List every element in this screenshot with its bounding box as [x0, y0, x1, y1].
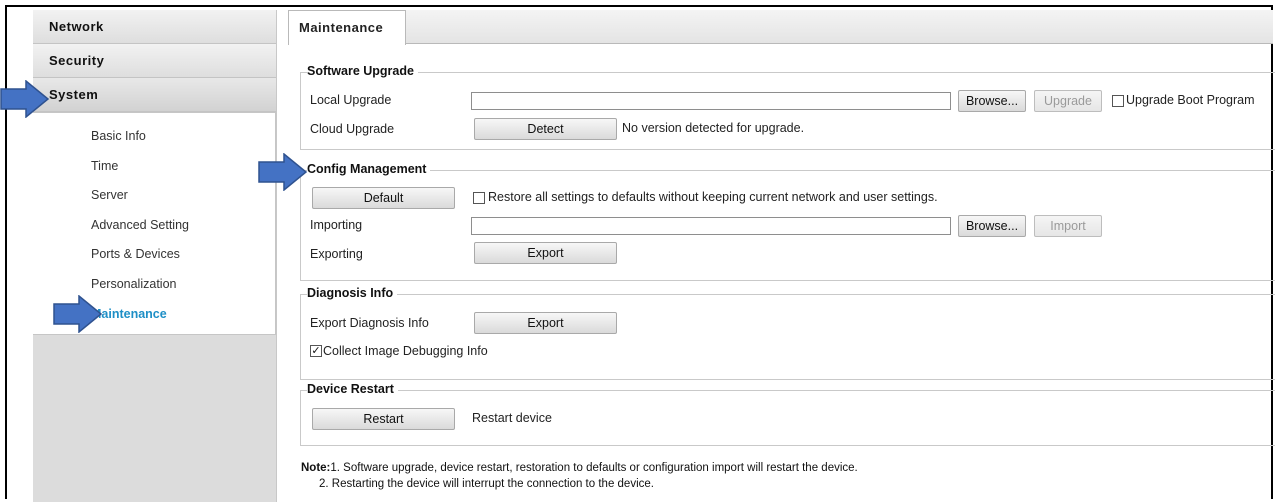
restart-button[interactable]: Restart: [312, 408, 455, 430]
import-button[interactable]: Import: [1034, 215, 1102, 237]
sidebar-item-basic-info[interactable]: Basic Info: [33, 122, 275, 152]
detect-button[interactable]: Detect: [474, 118, 617, 140]
sidebar: Network Security System Basic Info Time …: [33, 10, 277, 502]
cloud-status-text: No version detected for upgrade.: [622, 121, 805, 135]
import-browse-button[interactable]: Browse...: [958, 215, 1026, 237]
section-title-device-restart: Device Restart: [307, 382, 398, 396]
local-upgrade-file-input[interactable]: [471, 92, 951, 110]
note-line-1: 1. Software upgrade, device restart, res…: [330, 462, 858, 474]
local-upgrade-label: Local Upgrade: [310, 93, 392, 107]
device-restart-section: Device Restart Restart Restart device: [300, 382, 1275, 446]
upgrade-button[interactable]: Upgrade: [1034, 90, 1102, 112]
sidebar-item-time[interactable]: Time: [33, 152, 275, 182]
config-management-section: Config Management Default Restore all se…: [300, 162, 1275, 281]
import-file-input[interactable]: [471, 217, 951, 235]
sidebar-item-server[interactable]: Server: [33, 181, 275, 211]
sidebar-header-system[interactable]: System: [33, 78, 276, 112]
section-title-software-upgrade: Software Upgrade: [307, 64, 418, 78]
sidebar-item-advanced-setting[interactable]: Advanced Setting: [33, 211, 275, 241]
note-prefix: Note:: [301, 462, 331, 474]
export-diagnosis-button[interactable]: Export: [474, 312, 617, 334]
default-button[interactable]: Default: [312, 187, 455, 209]
tab-maintenance[interactable]: Maintenance: [288, 10, 406, 45]
restore-defaults-checkbox[interactable]: [473, 192, 485, 204]
main-panel: Maintenance Software Upgrade Local Upgra…: [288, 10, 1275, 502]
collect-debugging-label: Collect Image Debugging Info: [323, 344, 488, 358]
export-config-button[interactable]: Export: [474, 242, 617, 264]
arrow-icon-config-management: [258, 153, 308, 191]
upgrade-boot-checkbox[interactable]: [1112, 95, 1124, 107]
section-title-diagnosis-info: Diagnosis Info: [307, 286, 398, 300]
export-diagnosis-label: Export Diagnosis Info: [310, 316, 429, 330]
restart-description: Restart device: [472, 411, 552, 425]
note-block: Note:1. Software upgrade, device restart…: [301, 460, 858, 492]
sidebar-header-network[interactable]: Network: [33, 10, 276, 44]
arrow-icon-maintenance: [53, 295, 103, 333]
local-browse-button[interactable]: Browse...: [958, 90, 1026, 112]
exporting-label: Exporting: [310, 247, 363, 261]
upgrade-boot-label: Upgrade Boot Program: [1126, 93, 1255, 107]
restore-defaults-label: Restore all settings to defaults without…: [488, 190, 938, 204]
collect-debugging-checkbox[interactable]: ✓: [310, 345, 322, 357]
diagnosis-info-section: Diagnosis Info Export Diagnosis Info Exp…: [300, 286, 1275, 380]
sidebar-item-ports-devices[interactable]: Ports & Devices: [33, 240, 275, 270]
cloud-upgrade-label: Cloud Upgrade: [310, 122, 395, 136]
sidebar-header-security[interactable]: Security: [33, 44, 276, 78]
note-line-2: 2. Restarting the device will interrupt …: [319, 478, 654, 490]
tab-bar: Maintenance: [288, 10, 1273, 45]
software-upgrade-section: Software Upgrade Local Upgrade Browse...…: [300, 64, 1275, 150]
section-title-config-management: Config Management: [307, 162, 431, 176]
arrow-icon-system: [0, 80, 50, 118]
importing-label: Importing: [310, 218, 363, 232]
